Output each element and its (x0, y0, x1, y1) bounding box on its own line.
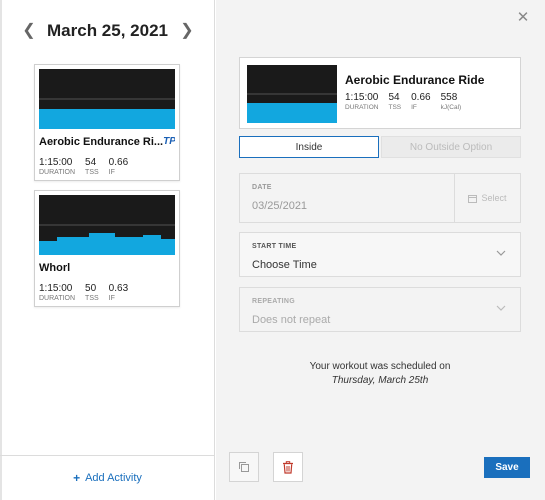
next-day-chevron-icon[interactable]: ❯ (180, 22, 194, 40)
start-time-label: START TIME (252, 243, 297, 250)
workout-graph (39, 69, 175, 129)
repeating-label: REPEATING (252, 298, 296, 305)
duration-label: DURATION (39, 169, 76, 176)
copy-icon (239, 462, 249, 472)
tss-label: TSS (85, 295, 99, 302)
repeating-dropdown[interactable]: REPEATING Does not repeat (239, 287, 521, 332)
copy-button[interactable] (229, 452, 259, 482)
save-button[interactable]: Save (484, 457, 530, 478)
panel-edge (0, 0, 2, 500)
if-value: 0.63 (108, 283, 129, 294)
delete-button[interactable] (273, 452, 303, 482)
workout-card-aerobic[interactable]: Aerobic Endurance Ri... TP 1:15:00 DURATI… (34, 64, 180, 181)
workout-title: Whorl (39, 262, 71, 274)
tss-value: 50 (85, 283, 97, 294)
duration-label: DURATION (345, 104, 379, 111)
add-activity-label: Add Activity (85, 472, 142, 484)
if-label: IF (108, 295, 115, 302)
workout-stats: 1:15:00 DURATION 50 TSS 0.63 IF (39, 283, 175, 302)
if-value: 0.66 (411, 92, 431, 103)
date-title: March 25, 2021 (47, 21, 168, 40)
kj-value: 558 (440, 92, 458, 103)
scheduled-message: Your workout was scheduled on Thursday, … (239, 360, 521, 388)
inside-toggle[interactable]: Inside (239, 136, 379, 158)
tss-value: 54 (85, 157, 97, 168)
trainingpeaks-badge: TP (163, 136, 175, 147)
if-label: IF (411, 104, 417, 111)
workout-graph (39, 195, 175, 255)
date-label: DATE (252, 184, 272, 191)
date-value: 03/25/2021 (252, 200, 308, 212)
duration-value: 1:15:00 (345, 92, 379, 103)
if-label: IF (108, 169, 115, 176)
summary-graph (247, 65, 337, 123)
workout-title-row: Whorl (39, 262, 175, 274)
tss-value: 54 (388, 92, 400, 103)
tss-label: TSS (85, 169, 99, 176)
date-select-button[interactable]: Select (454, 174, 520, 222)
date-select-label: Select (481, 193, 507, 203)
chevron-down-icon (496, 305, 506, 311)
summary-stats: 1:15:00 DURATION 54 TSS 0.66 IF 558 kJ(Cal) (345, 92, 461, 111)
tss-label: TSS (388, 104, 402, 111)
scheduled-text: Your workout was scheduled on (309, 361, 451, 372)
calendar-day-panel: ❮ March 25, 2021 ❯ Aerobic Endurance Ri.… (0, 0, 215, 500)
kj-label: kJ(Cal) (440, 104, 462, 111)
repeating-value: Does not repeat (252, 314, 331, 326)
date-field: DATE 03/25/2021 Select (239, 173, 521, 223)
scheduled-date: Thursday, March 25th (331, 375, 429, 386)
workout-card-whorl[interactable]: Whorl 1:15:00 DURATION 50 TSS 0.63 IF (34, 190, 180, 307)
outside-toggle: No Outside Option (381, 136, 521, 158)
if-value: 0.66 (108, 157, 129, 168)
workout-summary-card: Aerobic Endurance Ride 1:15:00 DURATION 5… (239, 57, 521, 129)
duration-value: 1:15:00 (39, 283, 73, 294)
workout-stats: 1:15:00 DURATION 54 TSS 0.66 IF (39, 157, 175, 176)
close-icon[interactable]: ✕ (515, 10, 531, 26)
workout-title: Aerobic Endurance Ri... (39, 136, 164, 148)
duration-label: DURATION (39, 295, 76, 302)
start-time-dropdown[interactable]: START TIME Choose Time (239, 232, 521, 277)
calendar-icon (468, 194, 478, 203)
duration-value: 1:15:00 (39, 157, 73, 168)
chevron-down-icon (496, 250, 506, 256)
add-activity-button[interactable]: + Add Activity (0, 455, 215, 500)
trash-icon (283, 460, 293, 474)
summary-title: Aerobic Endurance Ride (345, 73, 485, 87)
workout-title-row: Aerobic Endurance Ri... TP (39, 136, 175, 148)
workout-detail-panel: ✕ Aerobic Endurance Ride 1:15:00 DURATION… (216, 0, 545, 500)
plus-icon: + (73, 471, 81, 485)
start-time-value: Choose Time (252, 259, 317, 271)
